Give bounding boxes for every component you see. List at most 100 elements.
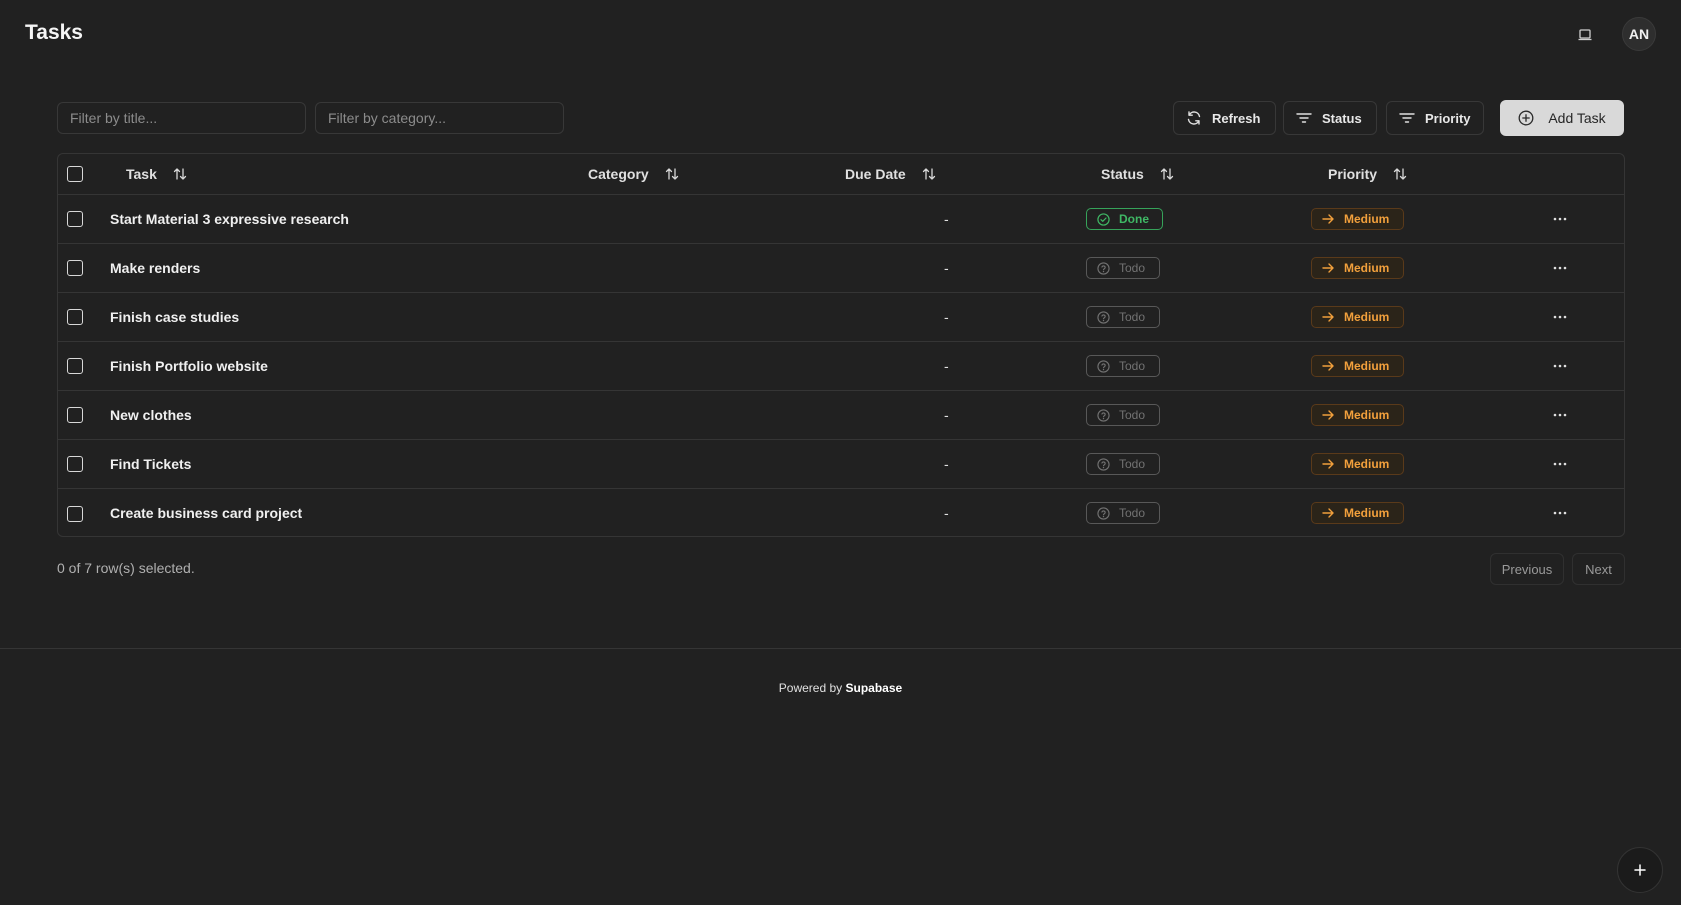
help-circle-icon [1097,261,1110,275]
help-circle-icon [1097,457,1110,471]
priority-badge: Medium [1311,453,1404,475]
priority-badge: Medium [1311,208,1404,230]
sort-icon [1393,167,1407,181]
row-actions-icon[interactable] [1548,310,1572,324]
table-row[interactable]: Make renders - Todo Medium [58,244,1624,293]
task-title: Finish case studies [110,309,240,325]
refresh-button[interactable]: Refresh [1173,101,1276,135]
selection-count: 0 of 7 row(s) selected. [57,560,195,576]
due-date: - [944,358,949,374]
next-button[interactable]: Next [1572,553,1625,585]
footer: Powered by Supabase [0,681,1681,695]
help-circle-icon [1097,310,1110,324]
previous-button[interactable]: Previous [1490,553,1564,585]
status-badge: Todo [1086,453,1160,475]
filter-category-input[interactable] [315,102,564,134]
column-header-category[interactable]: Category [588,154,679,194]
status-badge: Done [1086,208,1163,230]
row-actions-icon[interactable] [1548,261,1572,275]
arrow-right-icon [1322,459,1334,469]
row-actions-icon[interactable] [1548,506,1572,520]
row-checkbox[interactable] [67,260,83,276]
row-checkbox[interactable] [67,358,83,374]
table-row[interactable]: Start Material 3 expressive research - D… [58,195,1624,244]
help-circle-icon [1097,408,1110,422]
priority-badge: Medium [1311,306,1404,328]
footer-brand-link[interactable]: Supabase [846,681,903,695]
check-circle-icon [1097,212,1110,226]
status-badge: Todo [1086,502,1160,524]
arrow-right-icon [1322,312,1334,322]
status-badge: Todo [1086,257,1160,279]
task-title: Finish Portfolio website [110,358,268,374]
table-row[interactable]: New clothes - Todo Medium [58,391,1624,440]
monitor-icon[interactable] [1573,24,1597,46]
select-all-checkbox[interactable] [67,166,83,182]
arrow-right-icon [1322,214,1334,224]
add-task-label: Add Task [1548,110,1606,126]
plus-icon[interactable] [1617,847,1663,893]
task-title: New clothes [110,407,192,423]
row-checkbox[interactable] [67,505,83,522]
arrow-right-icon [1322,263,1334,273]
refresh-icon [1187,111,1201,125]
sort-icon [1160,167,1174,181]
column-header-due-date[interactable]: Due Date [845,154,936,194]
arrow-right-icon [1322,361,1334,371]
row-checkbox[interactable] [67,309,83,325]
table-row[interactable]: Finish Portfolio website - Todo Medium [58,342,1624,391]
priority-badge: Medium [1311,404,1404,426]
column-header-status[interactable]: Status [1101,154,1174,194]
due-date: - [944,505,949,521]
add-task-button[interactable]: Add Task [1500,100,1624,136]
help-circle-icon [1097,359,1110,373]
page-title: Tasks [25,21,83,44]
sort-icon [665,167,679,181]
table-row[interactable]: Create business card project - Todo Medi… [58,489,1624,536]
due-date: - [944,260,949,276]
task-title: Create business card project [110,505,303,521]
task-title: Start Material 3 expressive research [110,211,349,227]
task-title: Make renders [110,260,201,276]
row-actions-icon[interactable] [1548,359,1572,373]
sort-icon [173,167,187,181]
footer-prefix: Powered by [778,681,843,695]
filter-icon [1296,113,1312,123]
due-date: - [944,309,949,325]
avatar[interactable]: AN [1622,17,1656,51]
priority-badge: Medium [1311,257,1404,279]
column-header-task[interactable]: Task [126,154,187,194]
priority-filter-label: Priority [1425,110,1471,126]
priority-badge: Medium [1311,355,1404,377]
sort-icon [922,167,936,181]
task-title: Find Tickets [110,456,192,472]
row-checkbox[interactable] [67,211,83,227]
row-checkbox[interactable] [67,456,83,472]
help-circle-icon [1097,506,1110,520]
status-badge: Todo [1086,355,1160,377]
status-badge: Todo [1086,306,1160,328]
status-badge: Todo [1086,404,1160,426]
app-header: Tasks AN [0,0,1681,68]
table-row[interactable]: Finish case studies - Todo Medium [58,293,1624,342]
row-checkbox[interactable] [67,407,83,423]
table-row[interactable]: Find Tickets - Todo Medium [58,440,1624,489]
filter-title-input[interactable] [57,102,306,134]
arrow-right-icon [1322,508,1334,518]
filter-icon [1399,113,1415,123]
footer-divider [0,648,1681,649]
status-filter-button[interactable]: Status [1283,101,1377,135]
due-date: - [944,456,949,472]
priority-filter-button[interactable]: Priority [1386,101,1484,135]
refresh-label: Refresh [1212,110,1261,126]
due-date: - [944,407,949,423]
column-header-priority[interactable]: Priority [1328,154,1407,194]
row-actions-icon[interactable] [1548,212,1572,226]
priority-badge: Medium [1311,502,1404,524]
table-header: Task Category Due Date Status Priority [58,154,1624,195]
row-actions-icon[interactable] [1548,408,1572,422]
row-actions-icon[interactable] [1548,457,1572,471]
due-date: - [944,211,949,227]
status-filter-label: Status [1322,110,1362,126]
plus-circle-icon [1518,110,1534,126]
